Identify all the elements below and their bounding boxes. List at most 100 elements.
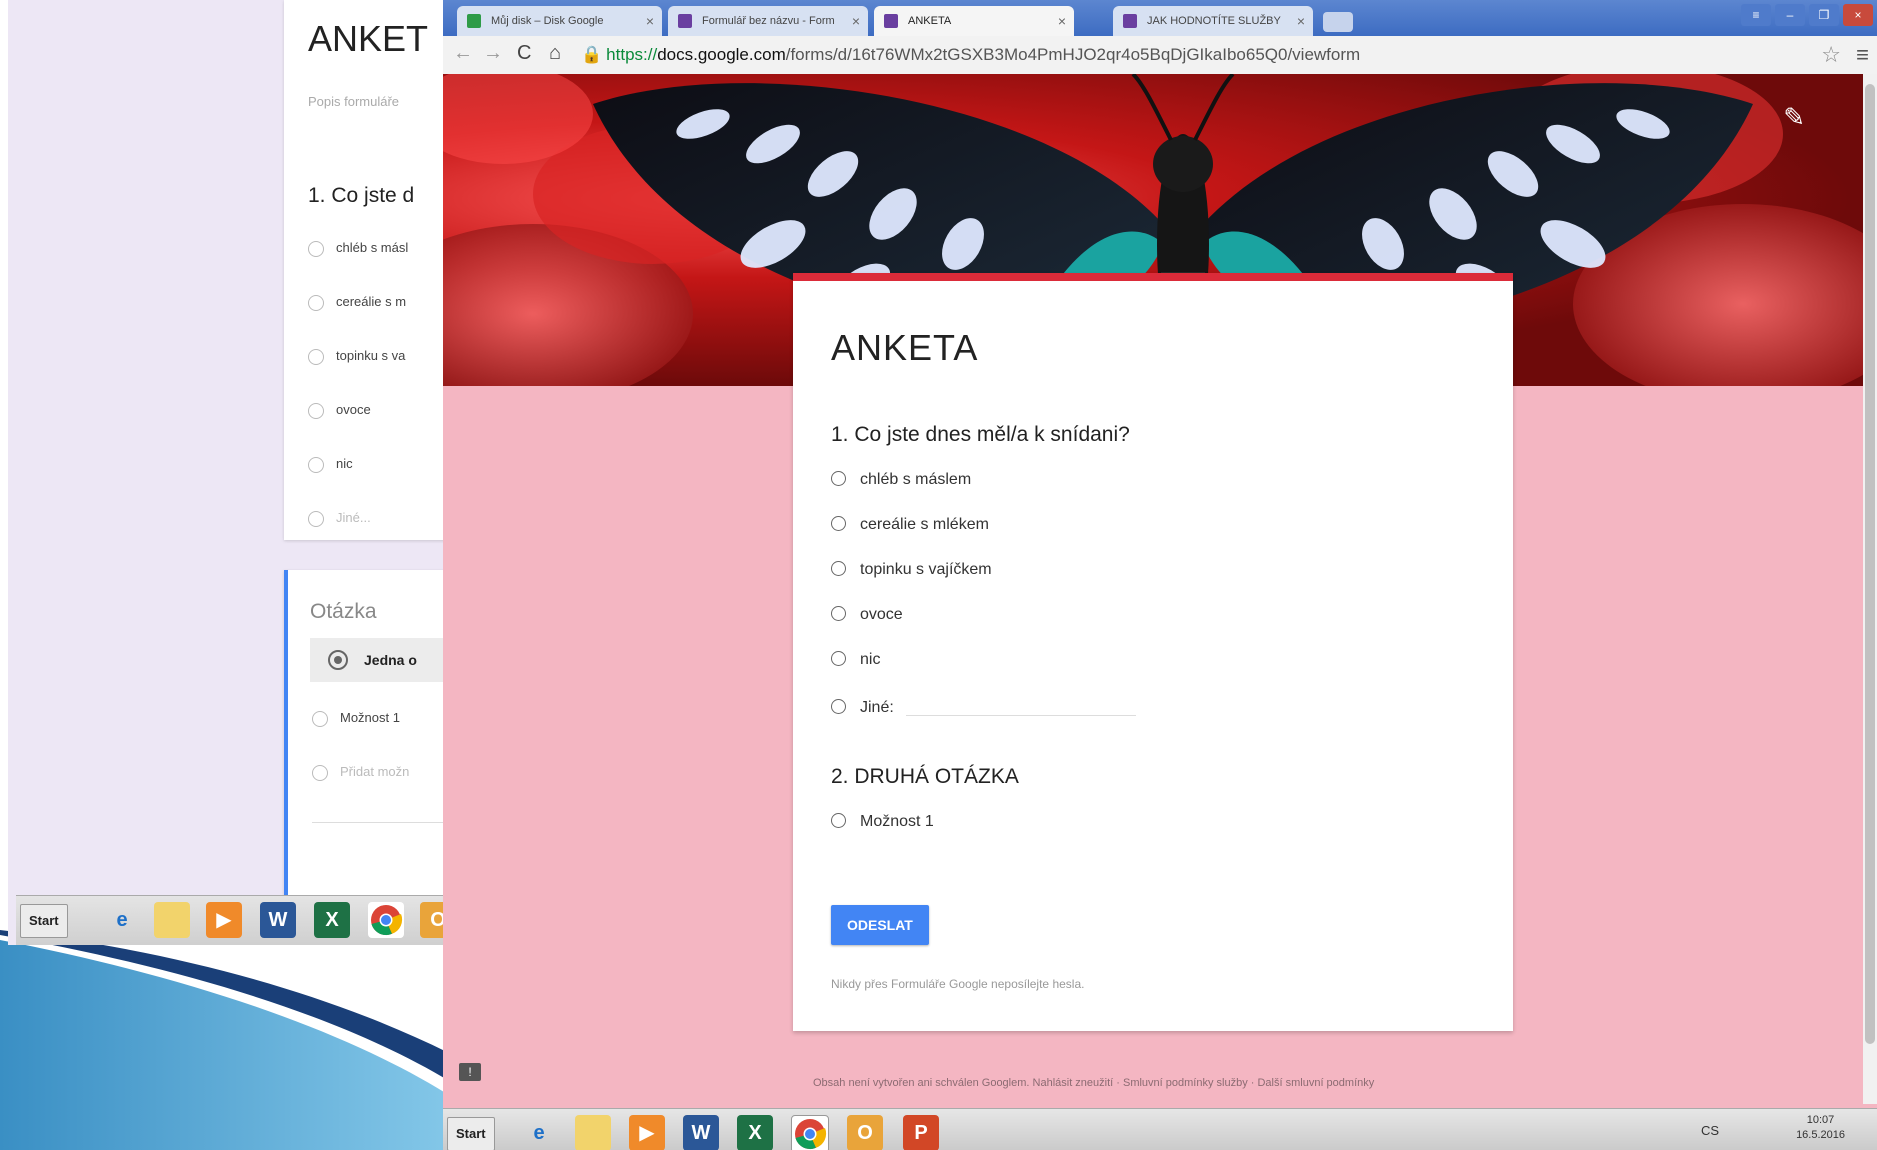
url-field[interactable]: 🔒 https://docs.google.com/forms/d/16t76WM…: [581, 42, 1821, 68]
back-icon[interactable]: ←: [453, 42, 473, 65]
close-icon[interactable]: ×: [1058, 6, 1066, 36]
address-bar: ← → C ⌂ 🔒 https://docs.google.com/forms/d…: [443, 36, 1877, 75]
editor-option[interactable]: cereálie s m: [308, 294, 406, 311]
ie-icon[interactable]: e: [521, 1115, 557, 1150]
q1-option[interactable]: topinku s vajíčkem: [831, 561, 992, 579]
editor-form-card: ANKET Popis formuláře 1. Co jste d chléb…: [284, 0, 448, 540]
ie-icon[interactable]: e: [104, 902, 140, 938]
menu-icon[interactable]: ≡: [1856, 42, 1869, 68]
editor-option[interactable]: Možnost 1: [312, 710, 400, 727]
editor-option[interactable]: chléb s másl: [308, 240, 408, 257]
word-icon[interactable]: W: [260, 902, 296, 938]
media-player-icon[interactable]: ▶: [206, 902, 242, 938]
q1-option[interactable]: chléb s máslem: [831, 471, 971, 489]
excel-icon[interactable]: X: [314, 902, 350, 938]
editor-form-title[interactable]: ANKET: [308, 18, 428, 60]
close-icon[interactable]: ×: [646, 6, 654, 36]
close-window-icon[interactable]: ×: [1843, 4, 1873, 26]
editor-question-type-dropdown[interactable]: Jedna o: [310, 638, 448, 682]
close-icon[interactable]: ×: [1297, 6, 1305, 36]
powerpoint-icon[interactable]: P: [903, 1115, 939, 1150]
chrome-icon[interactable]: [791, 1115, 829, 1150]
radio-icon: [308, 294, 324, 311]
editor-question-title[interactable]: 1. Co jste d: [308, 184, 414, 208]
forms-icon: [1123, 14, 1137, 28]
divider: [312, 822, 448, 823]
radio-selected-icon: [328, 650, 348, 670]
editor-question-label[interactable]: Otázka: [310, 600, 377, 624]
radio-icon: [308, 456, 324, 473]
lock-icon: 🔒: [581, 45, 603, 64]
question-1-title: 1. Co jste dnes měl/a k snídani?: [831, 423, 1130, 446]
radio-icon: [831, 471, 846, 486]
folder-icon[interactable]: [575, 1115, 611, 1150]
radio-icon: [831, 813, 846, 828]
media-player-icon[interactable]: ▶: [629, 1115, 665, 1150]
edit-pencil-icon[interactable]: ✎: [1783, 102, 1805, 133]
editor-option-other[interactable]: Jiné...: [308, 510, 371, 527]
q1-option[interactable]: cereálie s mlékem: [831, 516, 989, 534]
form-footer[interactable]: Obsah není vytvořen ani schválen Googlem…: [813, 1077, 1374, 1089]
editor-option[interactable]: topinku s va: [308, 348, 405, 365]
tab-bar: Můj disk – Disk Google × Formulář bez ná…: [443, 0, 1877, 36]
start-button[interactable]: Start: [20, 904, 68, 938]
scrollbar-thumb[interactable]: [1865, 84, 1875, 1044]
radio-icon: [831, 516, 846, 531]
google-drive-icon: [467, 14, 481, 28]
question-2-title: 2. DRUHÁ OTÁZKA: [831, 765, 1019, 788]
submit-button[interactable]: ODESLAT: [831, 905, 929, 945]
form-title: ANKETA: [831, 327, 979, 368]
forms-icon: [678, 14, 692, 28]
editor-form-description[interactable]: Popis formuláře: [308, 94, 399, 109]
restore-icon[interactable]: ❐: [1809, 4, 1839, 26]
start-button[interactable]: Start: [447, 1117, 495, 1150]
word-icon[interactable]: W: [683, 1115, 719, 1150]
clock[interactable]: 10:07 16.5.2016: [1796, 1113, 1845, 1143]
tab-untitled-form[interactable]: Formulář bez názvu - Form ×: [668, 6, 868, 36]
radio-icon: [831, 699, 846, 714]
q1-option-other[interactable]: Jiné:: [831, 699, 1136, 717]
minimize-icon[interactable]: –: [1775, 4, 1805, 26]
tab-anketa[interactable]: ANKETA ×: [874, 6, 1074, 36]
user-icon[interactable]: ≡: [1741, 4, 1771, 26]
folder-icon[interactable]: [154, 902, 190, 938]
scrollbar[interactable]: [1863, 74, 1877, 1104]
other-text-input[interactable]: [905, 715, 1136, 716]
chrome-icon[interactable]: [368, 902, 404, 938]
radio-icon: [831, 561, 846, 576]
excel-icon[interactable]: X: [737, 1115, 773, 1150]
tab-services-form[interactable]: JAK HODNOTÍTE SLUŽBY ×: [1113, 6, 1313, 36]
editor-taskbar: Start e ▶ W X O: [16, 895, 448, 945]
q1-option[interactable]: ovoce: [831, 606, 903, 624]
radio-icon: [308, 402, 324, 419]
editor-add-option[interactable]: Přidat možn: [312, 764, 409, 781]
password-warning: Nikdy přes Formuláře Google neposílejte …: [831, 977, 1085, 991]
language-indicator[interactable]: CS: [1701, 1123, 1719, 1138]
tab-drive[interactable]: Můj disk – Disk Google ×: [457, 6, 662, 36]
browser-window: Můj disk – Disk Google × Formulář bez ná…: [443, 0, 1877, 1150]
background-editor-screenshot: ANKET Popis formuláře 1. Co jste d chléb…: [8, 0, 448, 945]
q1-option[interactable]: nic: [831, 651, 880, 669]
feedback-icon[interactable]: !: [459, 1063, 481, 1081]
radio-icon: [308, 348, 324, 365]
form-card: ANKETA 1. Co jste dnes měl/a k snídani? …: [793, 273, 1513, 1031]
radio-icon: [831, 651, 846, 666]
taskbar: Start e ▶ W X O P CS 10:07 16.5.2016: [443, 1108, 1877, 1150]
close-icon[interactable]: ×: [852, 6, 860, 36]
editor-option[interactable]: ovoce: [308, 402, 371, 419]
reload-icon[interactable]: C: [517, 42, 531, 65]
radio-icon: [312, 710, 328, 727]
new-tab-button[interactable]: [1323, 12, 1353, 32]
radio-icon: [308, 510, 324, 527]
editor-option[interactable]: nic: [308, 456, 353, 473]
outlook-icon[interactable]: O: [847, 1115, 883, 1150]
radio-icon: [312, 764, 328, 781]
radio-icon: [831, 606, 846, 621]
home-icon[interactable]: ⌂: [549, 42, 561, 65]
forward-icon[interactable]: →: [483, 42, 503, 65]
editor-question-card: Otázka Jedna o Možnost 1 Přidat možn: [284, 570, 448, 900]
bookmark-star-icon[interactable]: ☆: [1821, 42, 1841, 68]
radio-icon: [308, 240, 324, 257]
forms-icon: [884, 14, 898, 28]
q2-option[interactable]: Možnost 1: [831, 813, 934, 831]
